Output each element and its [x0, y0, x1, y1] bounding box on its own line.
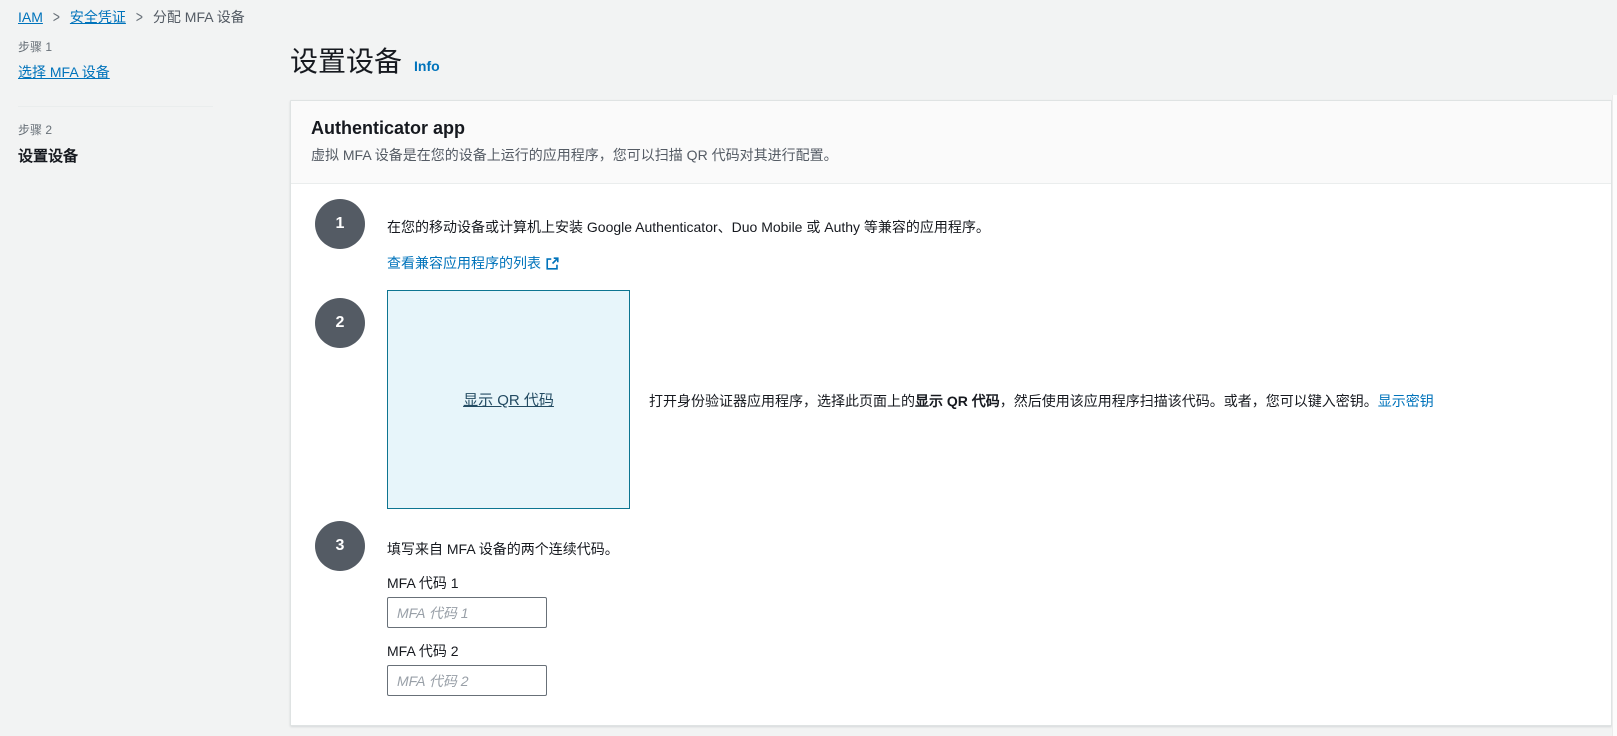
authenticator-app-card: Authenticator app 虚拟 MFA 设备是在您的设备上运行的应用程… [290, 100, 1612, 726]
show-secret-key-link[interactable]: 显示密钥 [1378, 393, 1434, 409]
step-3-instruction: 填写来自 MFA 设备的两个连续代码。 [387, 541, 619, 557]
qr-code-placeholder: 显示 QR 代码 [387, 290, 630, 509]
sidenav-divider [18, 106, 213, 107]
step-2-badge: 2 [315, 298, 365, 348]
info-link[interactable]: Info [414, 58, 440, 74]
breadcrumb-current-page: 分配 MFA 设备 [152, 9, 245, 25]
breadcrumb-link-iam[interactable]: IAM [18, 9, 43, 25]
wizard-step-nav: 步骤 1 选择 MFA 设备 步骤 2 设置设备 [18, 38, 213, 166]
sidebar-item-choose-mfa-device[interactable]: 选择 MFA 设备 [18, 64, 110, 80]
compatible-apps-link[interactable]: 查看兼容应用程序的列表 [387, 253, 559, 273]
show-qr-code-link[interactable]: 显示 QR 代码 [463, 389, 554, 410]
mfa-code-1-input[interactable] [387, 597, 547, 628]
external-link-icon [546, 256, 559, 270]
step-2-text-after: ，然后使用该应用程序扫描该代码。或者，您可以键入密钥。 [999, 393, 1378, 409]
step-2-text-bold: 显示 QR 代码 [915, 393, 1000, 409]
breadcrumb-separator-icon: > [135, 7, 143, 27]
breadcrumb: IAM > 安全凭证 > 分配 MFA 设备 [18, 7, 245, 27]
mfa-code-2-input[interactable] [387, 665, 547, 696]
mfa-code-1-label: MFA 代码 1 [387, 575, 459, 591]
mfa-code-2-label: MFA 代码 2 [387, 643, 459, 659]
breadcrumb-separator-icon: > [52, 7, 60, 27]
page-title: 设置设备 [290, 46, 403, 77]
step-1-badge: 1 [315, 199, 365, 249]
step2-label: 步骤 2 [18, 123, 53, 137]
step1-label: 步骤 1 [18, 40, 53, 54]
breadcrumb-link-security-credentials[interactable]: 安全凭证 [70, 7, 126, 27]
compatible-apps-link-label: 查看兼容应用程序的列表 [387, 255, 541, 271]
card-header: Authenticator app 虚拟 MFA 设备是在您的设备上运行的应用程… [291, 101, 1611, 184]
scrollbar-track[interactable] [1612, 95, 1617, 736]
step-2-instruction: 打开身份验证器应用程序，选择此页面上的显示 QR 代码，然后使用该应用程序扫描该… [649, 391, 1449, 411]
page-header: 设置设备 Info [290, 40, 440, 80]
step-1-instruction: 在您的移动设备或计算机上安装 Google Authenticator、Duo … [387, 219, 990, 235]
step-3-badge: 3 [315, 521, 365, 571]
sidebar-item-setup-device: 设置设备 [18, 148, 79, 165]
card-title: Authenticator app [311, 118, 466, 138]
step-2-text-before: 打开身份验证器应用程序，选择此页面上的 [649, 393, 915, 409]
card-subtitle: 虚拟 MFA 设备是在您的设备上运行的应用程序，您可以扫描 QR 代码对其进行配… [311, 147, 838, 163]
